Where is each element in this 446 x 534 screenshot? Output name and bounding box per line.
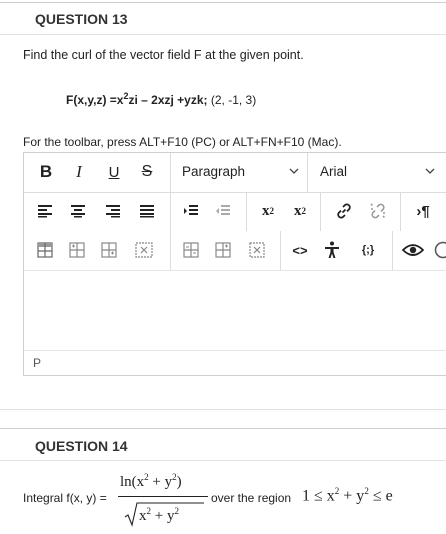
table-row-icon (69, 242, 85, 258)
question-divider (0, 428, 446, 429)
region-text: over the region (211, 491, 292, 505)
align-right-button[interactable] (99, 192, 127, 230)
table-insert-column-button[interactable] (96, 231, 122, 269)
editor-content-area[interactable] (24, 270, 446, 351)
table-merge-button[interactable] (178, 231, 204, 269)
question-13-title: QUESTION 13 (35, 11, 128, 27)
insert-table-button[interactable] (32, 231, 58, 269)
element-path: P (33, 356, 42, 370)
table-insert-row-button[interactable] (64, 231, 90, 269)
superscript-button[interactable]: x2 (254, 192, 282, 230)
fraction-bar (118, 496, 208, 497)
italic-button[interactable]: I (66, 153, 92, 191)
pilcrow-icon: ›¶ (416, 202, 430, 220)
chevron-down-icon (425, 168, 435, 174)
align-center-button[interactable] (64, 192, 92, 230)
outdent-icon (216, 205, 230, 215)
rich-text-editor: B I U S Paragraph Arial x 2 x 2 ›¶ <> {;… (23, 152, 446, 376)
table-delete-icon (135, 242, 153, 258)
indent-icon (184, 205, 198, 215)
font-family-select[interactable]: Arial (308, 153, 446, 191)
table-column-icon (101, 242, 117, 258)
toolbar-row-1: B I U S Paragraph Arial (24, 153, 446, 193)
underline-button[interactable]: U (102, 153, 126, 191)
subscript-button[interactable]: x2 (286, 192, 314, 230)
strikethrough-button[interactable]: S (134, 153, 160, 191)
question-14-title: QUESTION 14 (35, 438, 128, 454)
bold-button[interactable]: B (32, 153, 60, 191)
font-family-value: Arial (320, 164, 348, 179)
table-split-icon (215, 242, 231, 258)
preview-button[interactable] (398, 231, 428, 269)
table-icon (37, 242, 53, 258)
help-button[interactable] (432, 231, 446, 269)
paragraph-format-value: Paragraph (182, 164, 246, 179)
toolbar-row-3: <> {;} (24, 231, 446, 270)
align-center-icon (71, 205, 85, 218)
align-justify-icon (140, 205, 154, 218)
eye-icon (402, 244, 424, 256)
paragraph-mark-button[interactable]: ›¶ (408, 192, 438, 230)
region-inequality: 1 ≤ x2 + y2 ≤ e (302, 486, 393, 505)
vector-field-formula: F(x,y,z) =x2zi – 2xzj +yzk; (2, -1, 3) (66, 91, 257, 108)
outdent-button[interactable] (210, 192, 236, 230)
editor-status-bar: P (24, 350, 446, 375)
remove-link-button[interactable] (364, 192, 392, 230)
align-right-icon (106, 205, 120, 218)
source-code-button[interactable]: <> (286, 231, 314, 269)
top-divider (0, 2, 446, 3)
insert-link-button[interactable] (330, 192, 358, 230)
code-icon: <> (292, 242, 308, 258)
help-icon (434, 241, 446, 259)
align-left-button[interactable] (31, 192, 59, 230)
indent-button[interactable] (178, 192, 204, 230)
toolbar-hint: For the toolbar, press ALT+F10 (PC) or A… (23, 135, 342, 149)
table-properties-icon (249, 242, 265, 258)
paragraph-format-select[interactable]: Paragraph (171, 153, 307, 191)
integral-label: Integral f(x, y) = (23, 491, 107, 505)
justify-button[interactable] (133, 192, 161, 230)
accessibility-checker-button[interactable] (318, 231, 346, 269)
unlink-icon (370, 203, 386, 219)
question-14-header-divider (0, 460, 446, 461)
table-merge-icon (183, 242, 199, 258)
question-13-header-divider (0, 34, 446, 35)
chevron-down-icon (289, 168, 299, 174)
insert-math-button[interactable]: {;} (352, 231, 384, 269)
align-left-icon (38, 205, 52, 218)
table-delete-button[interactable] (130, 231, 158, 269)
braces-icon: {;} (361, 244, 375, 256)
accessibility-icon (325, 241, 339, 258)
table-split-button[interactable] (210, 231, 236, 269)
fraction-numerator: ln(x2 + y2) (120, 472, 182, 490)
table-properties-button[interactable] (244, 231, 270, 269)
link-icon (337, 203, 351, 219)
question-13-prompt: Find the curl of the vector field F at t… (23, 48, 304, 62)
toolbar-row-2: x2 x2 ›¶ (24, 192, 446, 231)
question-13-footer-divider (0, 409, 446, 410)
